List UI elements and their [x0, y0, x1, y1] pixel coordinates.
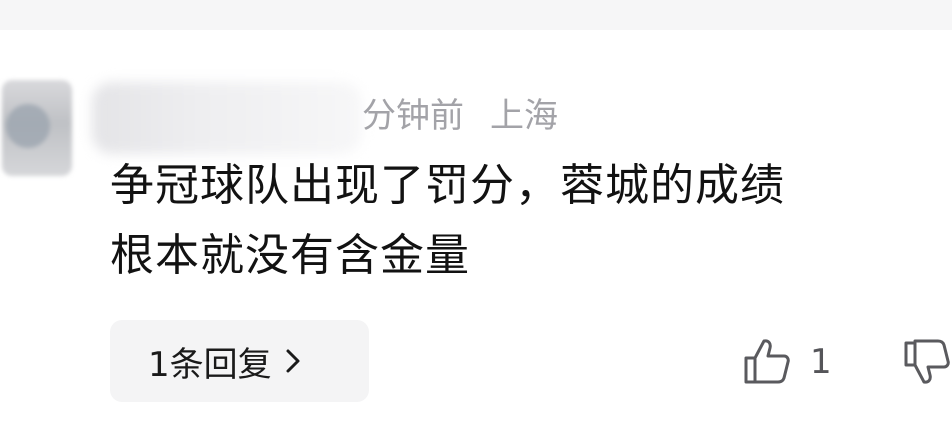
- thumbs-down-icon[interactable]: [902, 337, 952, 387]
- comment-text-line: 根本就没有含金量: [110, 230, 470, 281]
- comment-meta: 分钟前 上海: [362, 92, 558, 140]
- comment-text: 争冠球队出现了罚分，蓉城的成绩 根本就没有含金量: [110, 151, 940, 291]
- view-replies-button[interactable]: 1条回复: [110, 320, 369, 402]
- comment-time: 分钟前: [362, 96, 464, 136]
- chevron-right-icon: [286, 349, 300, 373]
- top-divider-strip: [0, 0, 952, 30]
- like-count: 1: [810, 342, 832, 382]
- avatar-image: [6, 104, 50, 148]
- comment-location: 上海: [490, 96, 558, 136]
- username-blurred[interactable]: [92, 82, 362, 154]
- reply-count-label: 1条回复: [148, 344, 272, 385]
- thumbs-up-icon[interactable]: [742, 336, 792, 386]
- comment-text-line: 争冠球队出现了罚分，蓉城的成绩: [110, 160, 785, 211]
- avatar[interactable]: [2, 80, 72, 176]
